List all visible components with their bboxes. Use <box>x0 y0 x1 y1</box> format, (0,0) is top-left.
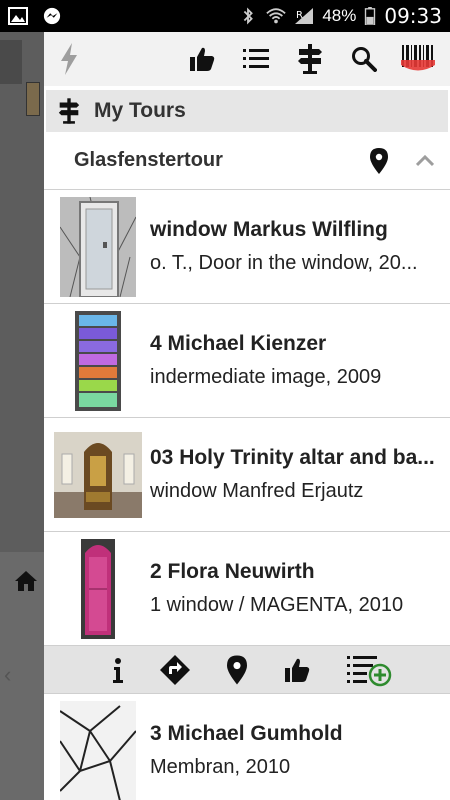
tour-name: Glasfenstertour <box>74 149 223 171</box>
messenger-notification-icon <box>43 7 61 25</box>
map-button[interactable] <box>226 655 247 685</box>
scan-barcode-button[interactable] <box>400 41 436 77</box>
location-pin-icon[interactable] <box>370 147 388 174</box>
menu-handle[interactable] <box>0 40 22 84</box>
add-to-list-icon <box>347 655 392 686</box>
favorites-button[interactable] <box>184 41 220 77</box>
signal-icon: R <box>295 8 314 24</box>
status-bar: R 48% 09:33 <box>0 0 450 32</box>
signpost-icon <box>298 44 322 74</box>
artwork-thumbnail <box>48 700 148 800</box>
item-title: 03 Holy Trinity altar and ba... <box>150 446 435 469</box>
artwork-thumbnail <box>48 425 148 525</box>
artwork-thumbnail <box>48 538 148 639</box>
home-icon[interactable] <box>14 570 38 592</box>
artwork-thumbnail <box>48 310 148 411</box>
background-thumbnail <box>26 82 40 116</box>
image-notification-icon <box>8 7 28 25</box>
item-title: 2 Flora Neuwirth <box>150 560 315 583</box>
item-subtitle: indermediate image, 2009 <box>150 366 382 388</box>
list-button[interactable] <box>238 41 274 77</box>
list-item[interactable]: 03 Holy Trinity altar and ba... window M… <box>44 418 450 532</box>
item-subtitle: Membran, 2010 <box>150 756 291 778</box>
item-title: window Markus Wilfling <box>150 218 388 241</box>
battery-percent: 48% <box>322 6 357 25</box>
list-icon <box>243 49 269 68</box>
info-button[interactable] <box>112 657 124 683</box>
signpost-icon <box>58 98 80 124</box>
item-title: 3 Michael Gumhold <box>150 722 343 745</box>
item-title: 4 Michael Kienzer <box>150 332 327 355</box>
my-tours-header[interactable]: My Tours <box>46 90 448 132</box>
flash-icon[interactable] <box>58 42 80 76</box>
bluetooth-icon <box>244 7 254 25</box>
item-action-bar <box>44 646 450 694</box>
add-to-tour-button[interactable] <box>346 653 392 687</box>
navigation-drawer: My Tours Glasfenstertour window Markus W… <box>44 32 450 800</box>
location-pin-icon <box>226 655 247 684</box>
list-item[interactable]: 3 Michael Gumhold Membran, 2010 <box>44 694 450 800</box>
background-app-edge: ‹ <box>0 32 44 800</box>
like-button[interactable] <box>283 656 311 684</box>
svg-text:R: R <box>296 10 303 21</box>
search-button[interactable] <box>346 41 382 77</box>
item-subtitle: 1 window / MAGENTA, 2010 <box>150 594 404 616</box>
thumbs-up-icon <box>284 658 309 682</box>
search-icon <box>352 47 377 72</box>
battery-icon <box>365 7 376 25</box>
directions-button[interactable] <box>159 654 191 686</box>
info-icon <box>112 657 123 683</box>
directions-icon <box>160 654 191 685</box>
item-subtitle: window Manfred Erjautz <box>150 480 364 502</box>
list-item[interactable]: 2 Flora Neuwirth 1 window / MAGENTA, 201… <box>44 532 450 646</box>
barcode-scanner-icon <box>401 45 435 71</box>
section-title: My Tours <box>94 99 186 122</box>
tour-header[interactable]: Glasfenstertour <box>44 132 450 190</box>
clock: 09:33 <box>384 4 442 28</box>
wifi-icon <box>266 8 287 24</box>
chevron-left-icon[interactable]: ‹ <box>4 662 11 688</box>
chevron-up-icon[interactable] <box>416 154 434 167</box>
item-subtitle: o. T., Door in the window, 20... <box>150 252 418 274</box>
list-item[interactable]: window Markus Wilfling o. T., Door in th… <box>44 190 450 304</box>
drawer-toolbar <box>44 32 450 86</box>
tours-button[interactable] <box>292 41 328 77</box>
thumbs-up-icon <box>190 47 215 71</box>
list-item[interactable]: 4 Michael Kienzer indermediate image, 20… <box>44 304 450 418</box>
artwork-thumbnail <box>48 196 148 297</box>
